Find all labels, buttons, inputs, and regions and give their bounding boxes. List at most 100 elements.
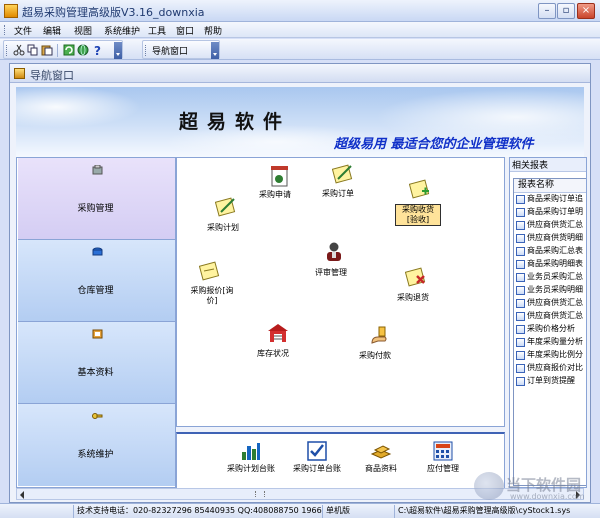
flow-label: 库存状况 [257, 349, 289, 358]
menu-window[interactable]: 窗口 [176, 24, 194, 37]
quick-plan-ledger[interactable]: 采购计划台账 [221, 434, 281, 490]
menu-edit[interactable]: 编辑 [43, 24, 61, 37]
key-icon [92, 413, 103, 419]
refresh-icon[interactable] [63, 44, 75, 56]
menu-view[interactable]: 视图 [74, 24, 92, 37]
nav-label: 采购管理 [77, 204, 114, 214]
report-item-label: 年度采购量分析 [527, 337, 583, 346]
report-item-label: 供应商供货汇总 [527, 298, 583, 307]
report-item[interactable]: 供应商供货汇总 [514, 219, 586, 232]
report-icon [516, 221, 525, 230]
banner: 超易软件 超级易用 最适合您的企业管理软件 [16, 87, 584, 157]
watermark-logo-icon [474, 472, 504, 500]
nav-purchase-management[interactable]: 采购管理 [18, 158, 175, 240]
help-icon[interactable]: ? [92, 44, 104, 56]
report-item[interactable]: 订单到货提醒 [514, 375, 586, 388]
report-item[interactable]: 商品采购订单追 [514, 193, 586, 206]
apply-form-icon [271, 166, 288, 187]
toolbar: ? 导航窗口 [0, 39, 600, 60]
quick-label: 商品资料 [365, 464, 397, 473]
basic-info-icon [92, 329, 103, 339]
globe-icon[interactable] [77, 44, 89, 56]
menu-help[interactable]: 帮助 [204, 24, 222, 37]
quick-label: 应付管理 [427, 464, 459, 473]
reviewer-icon [327, 242, 341, 261]
toolbar-grip[interactable] [6, 45, 9, 56]
report-column-header[interactable]: 报表名称 [514, 179, 586, 193]
payment-hand-icon [371, 326, 387, 344]
quick-goods-info[interactable]: 商品资料 [351, 434, 411, 490]
cut-icon[interactable] [13, 44, 25, 56]
report-icon [516, 273, 525, 282]
report-icon [516, 208, 525, 217]
report-icon [516, 247, 525, 256]
banner-title: 超易软件 [179, 111, 292, 133]
menu-grip[interactable] [4, 25, 7, 35]
scroll-left-icon[interactable] [20, 491, 24, 499]
nav-warehouse-management[interactable]: 仓库管理 [18, 240, 175, 322]
report-item-label: 业务员采购汇总 [527, 272, 583, 281]
report-item[interactable]: 业务员采购明细 [514, 284, 586, 297]
close-button[interactable]: × [577, 3, 595, 19]
report-item-label: 供应商供货汇总 [527, 311, 583, 320]
report-icon [516, 312, 525, 321]
navigation-window-title: 导航窗口 [30, 69, 74, 82]
report-icon [516, 377, 525, 386]
toolbar-separator [57, 44, 58, 57]
watermark-url: www.downxia.com [510, 492, 585, 501]
scroll-thumb[interactable] [255, 491, 265, 497]
report-item[interactable]: 供应商供货明细 [514, 232, 586, 245]
toolbar-overflow-dropdown[interactable] [114, 42, 122, 59]
report-item[interactable]: 业务员采购汇总 [514, 271, 586, 284]
report-item-label: 商品采购订单追 [527, 194, 583, 203]
toolbar-group-nav: 导航窗口 [142, 40, 220, 59]
report-item[interactable]: 供应商报价对比 [514, 362, 586, 375]
menu-file[interactable]: 文件 [14, 24, 32, 37]
nav-window-button[interactable]: 导航窗口 [152, 44, 188, 57]
quick-payables[interactable]: 应付管理 [413, 434, 473, 490]
report-item-label: 商品采购订单明 [527, 207, 583, 216]
maximize-button[interactable]: ▫ [557, 3, 575, 19]
module-nav: 采购管理 仓库管理 基本资料 系统维护 [16, 157, 176, 488]
menu-tools[interactable]: 工具 [148, 24, 166, 37]
minimize-button[interactable]: – [538, 3, 556, 19]
report-item-label: 供应商报价对比 [527, 363, 583, 372]
toolbar-group-main: ? [3, 40, 123, 59]
quick-label: 采购计划台账 [227, 464, 275, 473]
calculator-icon [433, 441, 453, 461]
nav-basic-info[interactable]: 基本资料 [18, 322, 175, 404]
report-item[interactable]: 供应商供货汇总 [514, 297, 586, 310]
paste-icon[interactable] [41, 44, 53, 56]
copy-icon[interactable] [27, 44, 39, 56]
report-icon [516, 286, 525, 295]
report-item[interactable]: 供应商供货汇总 [514, 310, 586, 323]
quick-access-panel: 采购计划台账 采购订单台账 商品资料 应付管理 [176, 432, 505, 490]
toolbar-overflow-dropdown[interactable] [211, 42, 219, 59]
report-item[interactable]: 商品采购汇总表 [514, 245, 586, 258]
report-item-label: 年度采购比例分 [527, 350, 583, 359]
report-item[interactable]: 商品采购订单明 [514, 206, 586, 219]
report-item-label: 业务员采购明细 [527, 285, 583, 294]
report-rows: 商品采购订单追 商品采购订单明 供应商供货汇总 供应商供货明细 商品采购汇总表 商品采购明… [514, 193, 586, 388]
quote-notepad-icon [199, 261, 220, 281]
menu-system[interactable]: 系统维护 [104, 24, 140, 37]
report-item[interactable]: 采购价格分析 [514, 323, 586, 336]
menu-bar: 文件 编辑 视图 系统维护 工具 窗口 帮助 [0, 22, 600, 38]
report-item-label: 商品采购汇总表 [527, 246, 583, 255]
report-item[interactable]: 商品采购明细表 [514, 258, 586, 271]
flow-label: 采购申请 [259, 190, 291, 199]
toolbar-grip[interactable] [145, 45, 148, 56]
nav-label: 仓库管理 [77, 286, 114, 296]
watermark: 当下软件园 www.downxia.com [470, 470, 598, 502]
report-item[interactable]: 年度采购比例分 [514, 349, 586, 362]
plan-notepad-icon [215, 197, 236, 217]
related-reports-title: 相关报表 [510, 158, 586, 172]
flow-label: 采购退货 [397, 293, 429, 302]
receive-notepad-icon [409, 179, 430, 199]
report-item[interactable]: 年度采购量分析 [514, 336, 586, 349]
quick-order-ledger[interactable]: 采购订单台账 [287, 434, 347, 490]
report-item-label: 供应商供货明细 [527, 233, 583, 242]
report-list[interactable]: 报表名称 商品采购订单追 商品采购订单明 供应商供货汇总 供应商供货明细 商品采购汇总表… [513, 178, 586, 486]
nav-system-maintenance[interactable]: 系统维护 [18, 404, 175, 486]
purchase-icon [92, 165, 103, 175]
